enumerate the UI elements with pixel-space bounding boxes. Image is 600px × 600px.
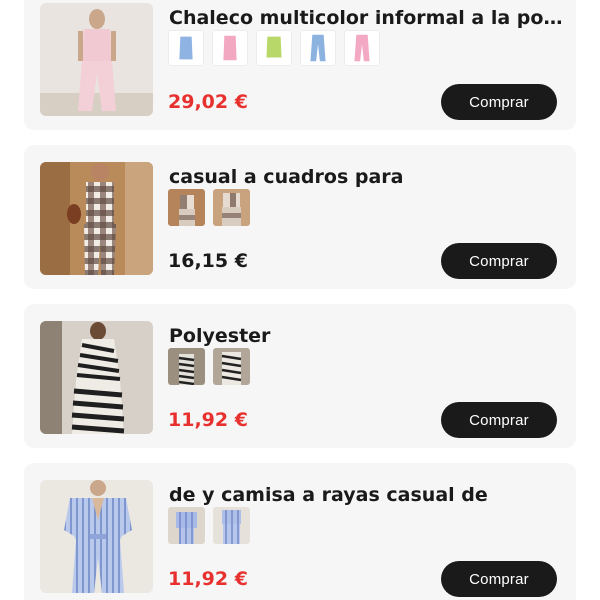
product-image[interactable] — [40, 480, 153, 593]
variant-thumb[interactable] — [300, 30, 336, 66]
product-price: 11,92 € — [168, 568, 248, 590]
variant-list — [168, 189, 250, 226]
product-title[interactable]: de y camisa a rayas casual de — [169, 483, 564, 507]
buy-button[interactable]: Comprar — [441, 243, 557, 279]
buy-button[interactable]: Comprar — [441, 402, 557, 438]
product-image[interactable] — [40, 321, 153, 434]
variant-list — [168, 348, 250, 385]
product-title[interactable]: casual a cuadros para — [169, 165, 564, 189]
striped-shirt-outfit-photo — [40, 480, 153, 593]
variant-thumb[interactable] — [168, 348, 205, 385]
product-card[interactable]: de y camisa a rayas casual de 11,92 € Co… — [24, 463, 576, 600]
variant-thumb[interactable] — [212, 30, 248, 66]
product-price: 11,92 € — [168, 409, 248, 431]
variant-thumb[interactable] — [168, 507, 205, 544]
variant-thumb[interactable] — [256, 30, 292, 66]
product-card[interactable]: Chaleco multicolor informal a la pop... … — [24, 0, 576, 130]
product-title[interactable]: Polyester — [169, 324, 564, 348]
product-price: 16,15 € — [168, 250, 248, 272]
product-card[interactable]: Polyester 11,92 € Comprar — [24, 304, 576, 448]
pink-vest-outfit-photo — [40, 3, 153, 116]
variant-thumb[interactable] — [168, 189, 205, 226]
buy-button[interactable]: Comprar — [441, 84, 557, 120]
product-image[interactable] — [40, 3, 153, 116]
zebra-outfit-photo — [40, 321, 153, 434]
variant-thumb[interactable] — [213, 189, 250, 226]
variant-thumb[interactable] — [213, 507, 250, 544]
variant-list — [168, 30, 380, 66]
variant-list — [168, 507, 250, 544]
variant-thumb[interactable] — [168, 30, 204, 66]
product-image[interactable] — [40, 162, 153, 275]
buy-button[interactable]: Comprar — [441, 561, 557, 597]
variant-thumb[interactable] — [344, 30, 380, 66]
plaid-outfit-photo — [40, 162, 153, 275]
product-price: 29,02 € — [168, 91, 248, 113]
variant-thumb[interactable] — [213, 348, 250, 385]
product-card[interactable]: casual a cuadros para 16,15 € Comprar — [24, 145, 576, 289]
product-title[interactable]: Chaleco multicolor informal a la pop... — [169, 6, 564, 30]
